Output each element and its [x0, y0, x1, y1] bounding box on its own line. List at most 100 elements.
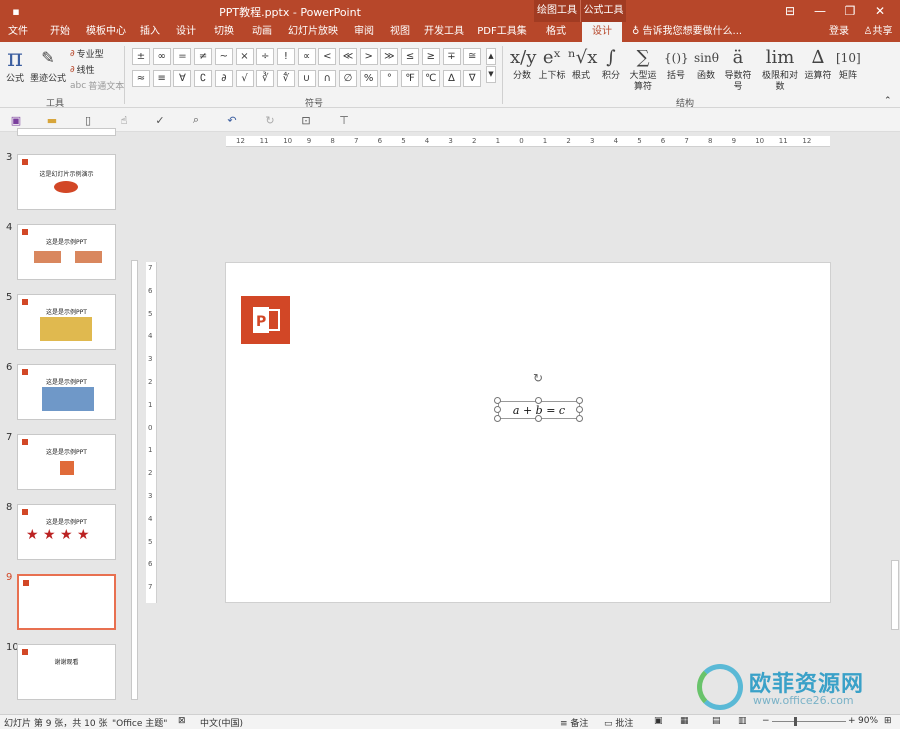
tab-view[interactable]: 视图 [386, 22, 414, 42]
zoom-slider[interactable] [772, 721, 846, 722]
tell-me-search[interactable]: ♁ 告诉我您想要做什么... [632, 22, 752, 42]
touch-mode-icon[interactable]: ☝ [116, 112, 132, 128]
symbol-button[interactable]: ∂ [214, 70, 233, 87]
slide-thumbnail[interactable]: 这是是示例PPT [17, 294, 116, 350]
tab-file[interactable]: 文件 [4, 22, 32, 42]
structure-button[interactable]: ∆ 运算符 [804, 45, 832, 82]
symbol-button[interactable]: < [318, 48, 337, 65]
symbol-button[interactable]: ≥ [421, 48, 440, 65]
editor-scroll-thumb[interactable] [891, 560, 899, 630]
tab-review[interactable]: 审阅 [350, 22, 378, 42]
symbol-button[interactable]: ℃ [421, 70, 440, 87]
tab-home[interactable]: 开始 [44, 22, 76, 42]
symbol-button[interactable]: ∀ [173, 70, 192, 87]
tab-animations[interactable]: 动画 [248, 22, 276, 42]
rotate-handle-icon[interactable]: ↻ [531, 371, 545, 385]
symbol-button[interactable]: × [235, 48, 254, 65]
slide-thumbnail[interactable] [17, 574, 116, 630]
symbol-button[interactable]: ° [380, 70, 399, 87]
resize-handle[interactable] [494, 406, 501, 413]
structure-button[interactable]: sinθ 函数 [694, 45, 719, 82]
redo-icon[interactable]: ↻ [262, 112, 278, 128]
resize-handle[interactable] [535, 397, 542, 404]
structure-button[interactable]: eˣ 上下标 [538, 45, 566, 82]
spellcheck-icon[interactable]: ⊠ [178, 716, 186, 726]
slide-canvas[interactable]: P ↻ a + b = c [225, 262, 831, 603]
slide-thumbnail[interactable]: 这是是示例PPT ★ ★ ★ ★ [17, 504, 116, 560]
language-status[interactable]: 中文(中国) [200, 716, 243, 729]
resize-handle[interactable] [576, 406, 583, 413]
symbol-button[interactable]: ∅ [339, 70, 357, 87]
symbol-button[interactable]: = [173, 48, 192, 65]
structure-button[interactable]: x/y 分数 [510, 45, 536, 82]
notes-button[interactable]: ≡ 备注 [560, 716, 588, 729]
slideshow-view-icon[interactable]: ▥ [738, 716, 747, 726]
symbol-button[interactable]: ≤ [401, 48, 420, 65]
close-button[interactable]: ✕ [865, 0, 895, 22]
symbol-button[interactable]: ∓ [442, 48, 461, 65]
symbol-button[interactable]: ∩ [318, 70, 337, 87]
slide-sorter-icon[interactable]: ▦ [680, 716, 689, 726]
slide-thumbnail[interactable]: 谢谢观看 [17, 644, 116, 700]
restore-button[interactable]: ❐ [835, 0, 865, 22]
thumbnail-scrollbar[interactable] [130, 132, 139, 714]
symbol-button[interactable]: ÷ [256, 48, 275, 65]
symbol-button[interactable]: ∆ [442, 70, 461, 87]
tab-design[interactable]: 设计 [172, 22, 200, 42]
editor-scrollbar[interactable] [890, 132, 900, 714]
present-icon[interactable]: ⊤ [336, 112, 352, 128]
login-link[interactable]: 登录 [826, 22, 852, 42]
symbol-button[interactable]: ∞ [152, 48, 171, 65]
comments-button[interactable]: ▭ 批注 [604, 716, 633, 729]
tab-transitions[interactable]: 切换 [210, 22, 238, 42]
tab-slideshow[interactable]: 幻灯片放映 [286, 22, 340, 42]
tab-developer[interactable]: 开发工具 [422, 22, 466, 42]
symbol-button[interactable]: % [359, 70, 378, 87]
symbol-button[interactable]: ≠ [194, 48, 213, 65]
thumbnail-scroll-thumb[interactable] [131, 260, 138, 700]
formula-button[interactable]: π 公式 [4, 45, 26, 84]
zoom-out-button[interactable]: − [762, 716, 770, 726]
symbol-button[interactable]: ≈ [132, 70, 150, 87]
symbol-scroll-down-icon[interactable]: ▼ [486, 66, 496, 83]
resize-handle[interactable] [576, 415, 583, 422]
professional-button[interactable]: ∂ 专业型 [70, 47, 104, 61]
save-icon[interactable]: ▪ [4, 0, 28, 22]
symbol-button[interactable]: > [359, 48, 378, 65]
resize-handle[interactable] [576, 397, 583, 404]
linear-button[interactable]: ∂ 线性 [70, 63, 95, 77]
tab-equation-design[interactable]: 设计 [582, 22, 622, 42]
ribbon-display-options-button[interactable]: ⊟ [775, 0, 805, 22]
tab-template-center[interactable]: 模板中心 [84, 22, 128, 42]
zoom-slider-thumb[interactable] [794, 717, 797, 726]
slideshow-from-start-icon[interactable]: ⊡ [298, 112, 314, 128]
normal-view-icon[interactable]: ▣ [654, 716, 663, 726]
collapse-ribbon-icon[interactable]: ⌃ [884, 96, 892, 106]
symbol-button[interactable]: ℉ [401, 70, 420, 87]
structure-button[interactable]: ä 导数符号 [722, 45, 754, 93]
symbol-button[interactable]: ≡ [152, 70, 171, 87]
print-preview-icon[interactable]: ⌕ [188, 112, 204, 128]
symbol-button[interactable]: ! [276, 48, 295, 65]
symbol-button[interactable]: ∛ [256, 70, 275, 87]
symbol-button[interactable]: ≫ [380, 48, 399, 65]
slide-thumbnail[interactable]: 这是是示例PPT [17, 434, 116, 490]
resize-handle[interactable] [535, 415, 542, 422]
undo-icon[interactable]: ↶ [224, 112, 240, 128]
structure-button[interactable]: ∫ 积分 [598, 45, 624, 82]
slide-thumbnail[interactable]: 这是是示例PPT [17, 364, 116, 420]
symbol-button[interactable]: ~ [214, 48, 233, 65]
tab-pdf-tools[interactable]: PDF工具集 [476, 22, 528, 42]
resize-handle[interactable] [494, 397, 501, 404]
normal-text-button[interactable]: abc 普通文本 [70, 79, 124, 93]
structure-button[interactable]: [10] 矩阵 [836, 45, 861, 82]
fit-to-window-icon[interactable]: ⊞ [884, 716, 892, 726]
symbol-button[interactable]: ∁ [194, 70, 213, 87]
zoom-in-button[interactable]: + [848, 716, 856, 726]
symbol-button[interactable]: ≪ [339, 48, 357, 65]
zoom-level[interactable]: 90% [858, 716, 878, 726]
ink-equation-button[interactable]: ✎ 墨迹公式 [30, 45, 66, 84]
symbol-button[interactable]: √ [235, 70, 254, 87]
minimize-button[interactable]: — [805, 0, 835, 22]
symbol-button[interactable]: ∜ [276, 70, 295, 87]
